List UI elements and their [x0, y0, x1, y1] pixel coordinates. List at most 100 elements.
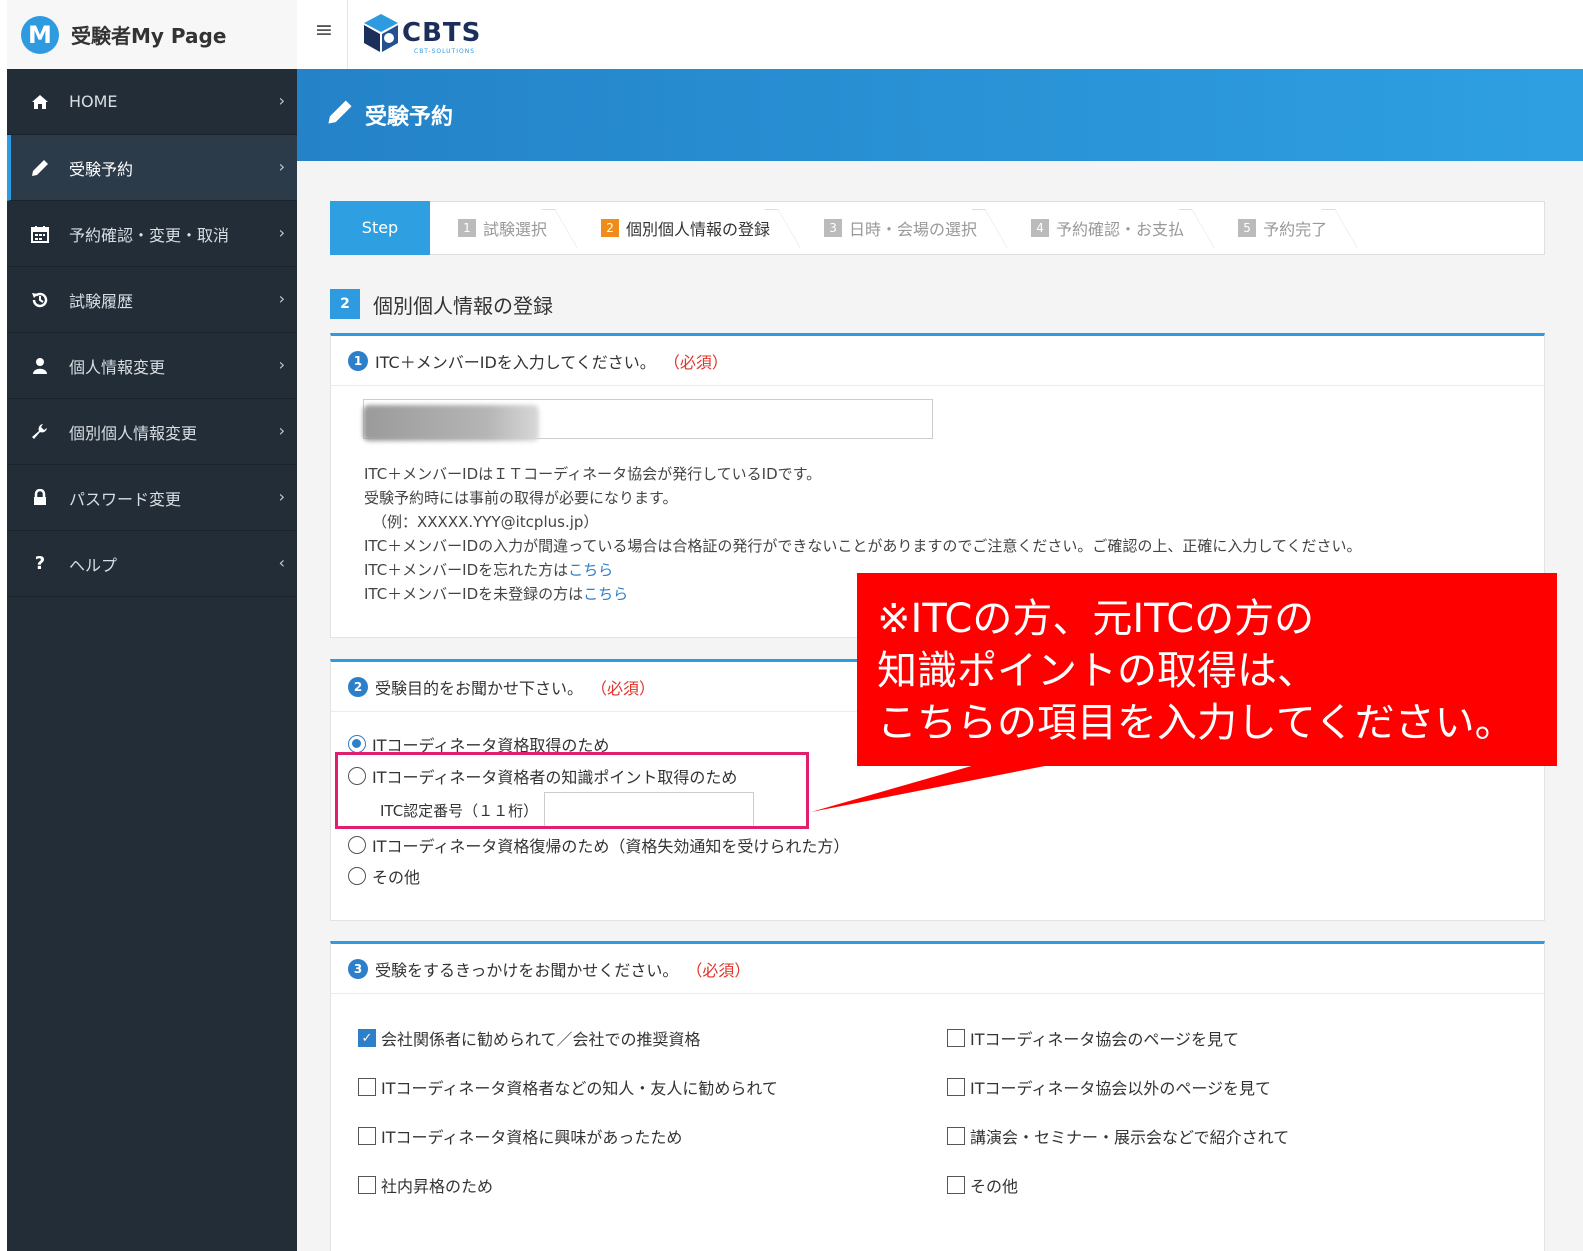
motivation-option[interactable]: ITコーディネータ協会以外のページを見て — [947, 1075, 1271, 1099]
step-number: 1 — [458, 219, 476, 237]
sidebar-item-booking-manage[interactable]: 予約確認・変更・取消 › — [7, 201, 297, 267]
checkbox[interactable] — [947, 1176, 965, 1194]
purpose-option-other[interactable]: その他 — [348, 864, 420, 888]
question-header: 3 受験をするきっかけをお聞かせください。 （必須） — [331, 944, 1544, 994]
chevron-right-icon: › — [278, 223, 285, 242]
company-logo-text: CBTS — [402, 18, 482, 48]
description-line: 受験予約時には事前の取得が必要になります。 — [364, 489, 678, 507]
divider — [347, 0, 348, 69]
menu-toggle-icon[interactable]: ≡ — [312, 18, 336, 43]
option-label: その他 — [970, 1177, 1019, 1196]
sidebar-item-password[interactable]: パスワード変更 › — [7, 465, 297, 531]
sidebar-item-label: パスワード変更 — [69, 489, 182, 509]
option-label: 社内昇格のため — [381, 1177, 494, 1196]
forgot-text: ITC＋メンバーIDを忘れた方は — [364, 561, 569, 579]
step-4: 4 予約確認・お支払 — [1003, 201, 1210, 255]
motivation-option[interactable]: ITコーディネータ資格に興味があったため — [358, 1124, 682, 1148]
redacted-value — [363, 405, 539, 441]
option-label: ITコーディネータ資格に興味があったため — [381, 1128, 683, 1147]
motivation-option[interactable]: 講演会・セミナー・展示会などで紹介されて — [947, 1124, 1289, 1148]
chevron-right-icon: › — [278, 421, 285, 440]
question-number: 1 — [348, 350, 368, 371]
chevron-right-icon: › — [278, 487, 285, 506]
checkbox[interactable]: ✓ — [358, 1029, 376, 1047]
description-line: ITC＋メンバーIDの入力が間違っている場合は合格証の発行ができないことがありま… — [364, 537, 1362, 555]
step-label: 日時・会場の選択 — [849, 220, 978, 239]
option-label: 会社関係者に勧められて／会社での推奨資格 — [381, 1030, 701, 1049]
question-label: 受験をするきっかけをお聞かせください。 — [375, 960, 679, 980]
brand-title: 受験者My Page — [71, 24, 227, 48]
sidebar-item-individual-info[interactable]: 個別個人情報変更 › — [7, 399, 297, 465]
forgot-id-link[interactable]: こちら — [568, 561, 613, 579]
step-label: 予約確認・お支払 — [1056, 220, 1185, 239]
checkbox[interactable] — [947, 1127, 965, 1145]
page-header: 受験予約 — [297, 69, 1583, 161]
option-label: ITコーディネータ資格復帰のため（資格失効通知を受けられた方） — [372, 837, 850, 856]
checkbox[interactable] — [947, 1078, 965, 1096]
checkbox[interactable] — [947, 1029, 965, 1047]
sidebar-item-label: HOME — [69, 92, 118, 111]
motivation-option[interactable]: ✓ 会社関係者に勧められて／会社での推奨資格 — [358, 1026, 701, 1050]
motivation-option[interactable]: ITコーディネータ資格者などの知人・友人に勧められて — [358, 1075, 778, 1099]
sidebar-item-label: ヘルプ — [69, 555, 118, 575]
question-label: 受験目的をお聞かせ下さい。 — [375, 678, 584, 698]
section-title: 2 個別個人情報の登録 — [330, 289, 553, 319]
step-number: 4 — [1031, 219, 1050, 237]
page-title: 受験予約 — [365, 105, 454, 130]
step-label: 予約完了 — [1263, 220, 1328, 239]
pencil-icon — [327, 99, 353, 131]
callout-line: 知識ポイントの取得は、 — [877, 648, 1317, 694]
checkbox[interactable] — [358, 1078, 376, 1096]
sidebar-item-label: 個人情報変更 — [69, 357, 166, 377]
question-label: ITC＋メンバーIDを入力してください。 — [375, 352, 656, 372]
chevron-right-icon: › — [278, 157, 285, 176]
radio-button[interactable] — [348, 867, 366, 885]
option-label: その他 — [372, 868, 421, 887]
motivation-option[interactable]: ITコーディネータ協会のページを見て — [947, 1026, 1239, 1050]
home-icon — [29, 91, 51, 113]
step-3: 3 日時・会場の選択 — [796, 201, 1003, 255]
company-logo-sub: CBT-SOLUTIONS — [414, 48, 476, 55]
top-bar: M 受験者My Page ≡ CBTS CBT-SOLUTIONS — [0, 0, 1583, 69]
register-id-link[interactable]: こちら — [583, 585, 628, 603]
section-badge: 2 — [330, 289, 360, 319]
calendar-icon — [29, 223, 51, 245]
chevron-left-icon: ‹ — [278, 553, 285, 572]
sidebar-item-profile[interactable]: 個人情報変更 › — [7, 333, 297, 399]
sidebar: HOME › 受験予約 › 予約確認・変更・取消 › 試験履歴 › 個人情報変更… — [7, 69, 297, 1251]
step-1: 1 試験選択 — [430, 201, 573, 255]
description-line: ITC＋メンバーIDはＩＴコーディネータ協会が発行しているIDです。 — [364, 465, 822, 483]
sidebar-item-label: 受験予約 — [69, 159, 134, 179]
annotation-callout: ※ITCの方、元ITCの方の 知識ポイントの取得は、 こちらの項目を入力してくだ… — [857, 573, 1557, 766]
brand[interactable]: M 受験者My Page — [7, 0, 297, 69]
sidebar-item-reservation[interactable]: 受験予約 › — [7, 135, 297, 201]
callout-line: ※ITCの方、元ITCの方の — [877, 596, 1315, 642]
callout-line: こちらの項目を入力してください。 — [877, 700, 1515, 746]
question-icon: ? — [34, 553, 46, 574]
cube-logo-icon — [364, 14, 398, 52]
sidebar-item-help[interactable]: ? ヘルプ ‹ — [7, 531, 297, 597]
sidebar-item-label: 試験履歴 — [69, 291, 134, 311]
required-mark: （必須） — [591, 678, 656, 698]
sidebar-item-history[interactable]: 試験履歴 › — [7, 267, 297, 333]
motivation-option[interactable]: 社内昇格のため — [358, 1173, 493, 1197]
checkbox[interactable] — [358, 1176, 376, 1194]
purpose-option-reinstatement[interactable]: ITコーディネータ資格復帰のため（資格失効通知を受けられた方） — [348, 833, 849, 857]
history-icon — [29, 289, 51, 311]
chevron-right-icon: › — [278, 289, 285, 308]
user-icon — [29, 355, 51, 377]
question-header: 1 ITC＋メンバーIDを入力してください。 （必須） — [331, 336, 1544, 386]
sidebar-item-home[interactable]: HOME › — [7, 69, 297, 135]
radio-button[interactable] — [348, 735, 366, 753]
lock-icon — [29, 487, 51, 509]
checkbox[interactable] — [358, 1127, 376, 1145]
company-logo: CBTS CBT-SOLUTIONS — [362, 12, 482, 55]
motivation-option[interactable]: その他 — [947, 1173, 1018, 1197]
radio-button[interactable] — [348, 836, 366, 854]
brand-logo: M — [21, 15, 59, 54]
step-label: 試験選択 — [483, 220, 548, 239]
step-number: 5 — [1238, 219, 1257, 237]
description-line: （例：XXXXX.YYY@itcplus.jp） — [372, 513, 599, 531]
sidebar-item-label: 個別個人情報変更 — [69, 423, 198, 443]
required-mark: （必須） — [686, 960, 751, 980]
